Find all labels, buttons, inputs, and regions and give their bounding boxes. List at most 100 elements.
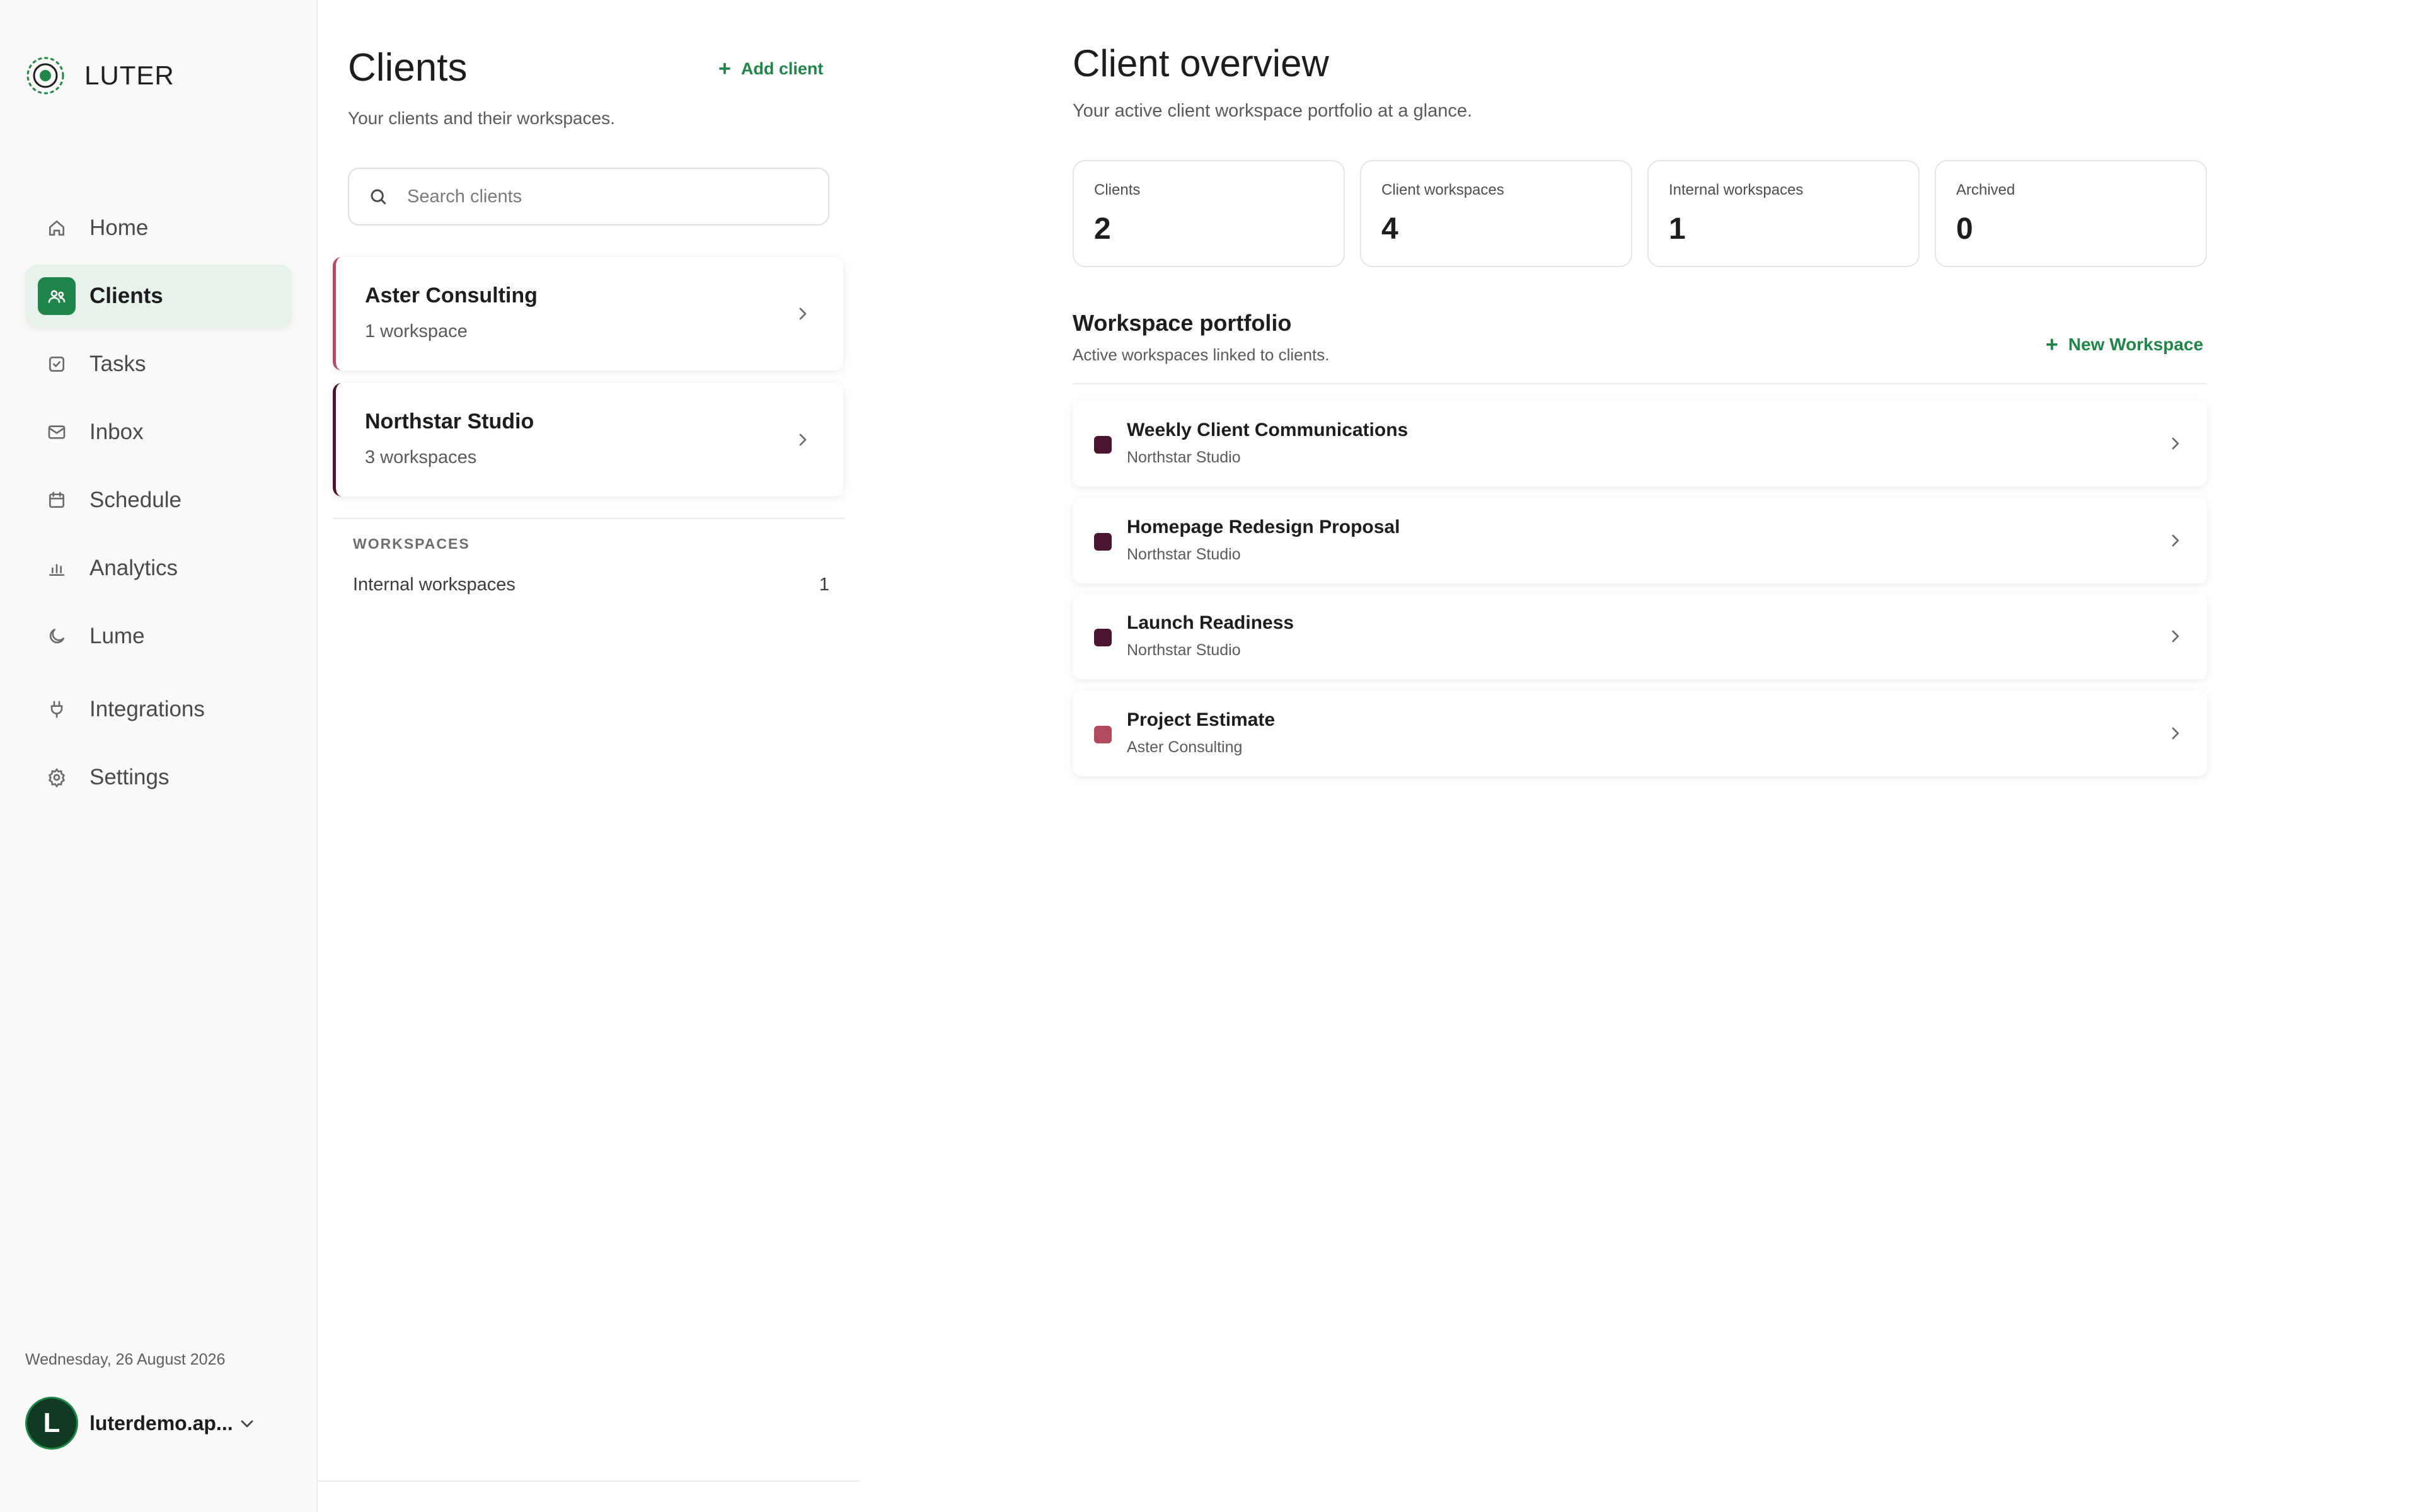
stat-card-archived: Archived 0: [1935, 160, 2207, 267]
users-icon: [38, 277, 76, 315]
sidebar-item-label: Tasks: [89, 352, 146, 376]
gear-icon: [38, 759, 76, 796]
chevron-right-icon: [799, 433, 807, 446]
client-color-dot: [1094, 629, 1112, 646]
client-card-northstar-studio[interactable]: Northstar Studio 3 workspaces: [333, 383, 843, 496]
add-client-button[interactable]: + Add client: [718, 58, 823, 79]
search-box[interactable]: [348, 168, 829, 226]
stat-value: 1: [1669, 212, 1686, 246]
home-icon: [38, 209, 76, 247]
calendar-icon: [38, 481, 76, 519]
sidebar-item-label: Analytics: [89, 556, 178, 580]
workspace-row[interactable]: Launch Readiness Northstar Studio: [1073, 593, 2207, 679]
section-divider: [333, 518, 844, 519]
chevron-right-icon: [2172, 727, 2179, 740]
internal-workspaces-label: Internal workspaces: [353, 575, 516, 595]
workspace-client: Northstar Studio: [1127, 546, 1241, 563]
new-workspace-button[interactable]: + New Workspace: [2046, 334, 2203, 355]
sidebar-item-tasks[interactable]: Tasks: [25, 333, 292, 396]
stat-value: 0: [1956, 212, 1973, 246]
checkbox-icon: [38, 345, 76, 383]
current-date: Wednesday, 26 August 2026: [25, 1351, 226, 1368]
workspace-row[interactable]: Weekly Client Communications Northstar S…: [1073, 401, 2207, 486]
user-name: luterdemo.ap...: [89, 1411, 233, 1435]
stat-card-client-workspaces: Client workspaces 4: [1360, 160, 1632, 267]
overview-title: Client overview: [1073, 42, 1329, 84]
stat-card-clients: Clients 2: [1073, 160, 1345, 267]
sidebar-item-label: Clients: [89, 284, 163, 308]
stat-value: 2: [1094, 212, 1111, 246]
portfolio-subtitle: Active workspaces linked to clients.: [1073, 345, 1330, 364]
workspace-name: Weekly Client Communications: [1127, 420, 1409, 440]
workspace-name: Launch Readiness: [1127, 612, 1294, 633]
workspace-name: Homepage Redesign Proposal: [1127, 517, 1400, 537]
client-color-dot: [1094, 726, 1112, 743]
stat-label: Archived: [1956, 181, 2015, 198]
sidebar-item-schedule[interactable]: Schedule: [25, 469, 292, 532]
portfolio-title: Workspace portfolio: [1073, 310, 1292, 336]
stat-label: Client workspaces: [1381, 181, 1504, 198]
workspace-client: Aster Consulting: [1127, 738, 1243, 756]
sidebar-item-home[interactable]: Home: [25, 197, 292, 260]
page-title: Clients: [348, 46, 468, 89]
app-window: LUTER Home Clients Tasks Inbox Schedule …: [0, 0, 2420, 1512]
workspace-client: Northstar Studio: [1127, 641, 1241, 659]
client-name: Northstar Studio: [365, 410, 534, 433]
chevron-right-icon: [799, 307, 807, 320]
client-card-aster-consulting[interactable]: Aster Consulting 1 workspace: [333, 257, 843, 370]
stat-label: Internal workspaces: [1669, 181, 1804, 198]
sidebar-item-inbox[interactable]: Inbox: [25, 401, 292, 464]
stat-card-internal-workspaces: Internal workspaces 1: [1647, 160, 1920, 267]
brand[interactable]: LUTER: [25, 54, 175, 97]
workspace-client: Northstar Studio: [1127, 449, 1241, 466]
chevron-down-icon[interactable]: [237, 1414, 257, 1434]
clients-panel: Clients + Add client Your clients and th…: [318, 0, 860, 1482]
new-workspace-label: New Workspace: [2068, 335, 2204, 354]
moon-icon: [38, 617, 76, 655]
bar-chart-icon: [38, 549, 76, 587]
page-subtitle: Your clients and their workspaces.: [348, 108, 615, 128]
internal-workspaces-count: 1: [819, 575, 829, 595]
mail-icon: [38, 413, 76, 451]
workspace-row[interactable]: Project Estimate Aster Consulting: [1073, 690, 2207, 776]
workspace-name: Project Estimate: [1127, 709, 1276, 730]
brand-name: LUTER: [84, 60, 175, 90]
stat-value: 4: [1381, 212, 1398, 246]
user-menu[interactable]: L luterdemo.ap...: [25, 1395, 292, 1452]
plus-icon: +: [718, 57, 731, 81]
sidebar-item-label: Home: [89, 215, 149, 240]
sidebar-item-label: Lume: [89, 624, 145, 648]
sidebar-item-lume[interactable]: Lume: [25, 605, 292, 668]
search-input[interactable]: [406, 185, 824, 208]
sidebar-item-label: Schedule: [89, 488, 182, 512]
sidebar-item-label: Inbox: [89, 420, 144, 444]
chevron-right-icon: [2172, 437, 2179, 450]
luter-logo-icon: [26, 57, 64, 94]
sidebar-item-analytics[interactable]: Analytics: [25, 537, 292, 600]
add-client-label: Add client: [740, 59, 824, 78]
sidebar-item-clients[interactable]: Clients: [25, 265, 292, 328]
portfolio-divider: [1073, 383, 2207, 384]
workspace-row[interactable]: Homepage Redesign Proposal Northstar Stu…: [1073, 498, 2207, 583]
plug-icon: [38, 690, 76, 728]
internal-workspaces-link[interactable]: Internal workspaces 1: [353, 570, 829, 601]
overview-subtitle: Your active client workspace portfolio a…: [1073, 101, 1473, 121]
client-workspace-count: 3 workspaces: [365, 447, 477, 467]
avatar: L: [25, 1397, 78, 1450]
search-icon: [371, 189, 386, 205]
chevron-right-icon: [2172, 630, 2179, 643]
client-overview: Client overview Your active client works…: [860, 0, 2420, 1512]
client-name: Aster Consulting: [365, 284, 538, 307]
client-color-dot: [1094, 533, 1112, 551]
chevron-right-icon: [2172, 534, 2179, 547]
sidebar: LUTER Home Clients Tasks Inbox Schedule …: [0, 0, 318, 1512]
sidebar-item-label: Settings: [89, 765, 170, 789]
sidebar-item-integrations[interactable]: Integrations: [25, 678, 292, 741]
client-color-dot: [1094, 436, 1112, 454]
sidebar-item-settings[interactable]: Settings: [25, 746, 292, 809]
client-workspace-count: 1 workspace: [365, 321, 468, 341]
plus-icon: +: [2046, 333, 2058, 357]
workspaces-section-label: WORKSPACES: [353, 536, 470, 552]
stat-label: Clients: [1094, 181, 1141, 198]
sidebar-item-label: Integrations: [89, 697, 205, 721]
